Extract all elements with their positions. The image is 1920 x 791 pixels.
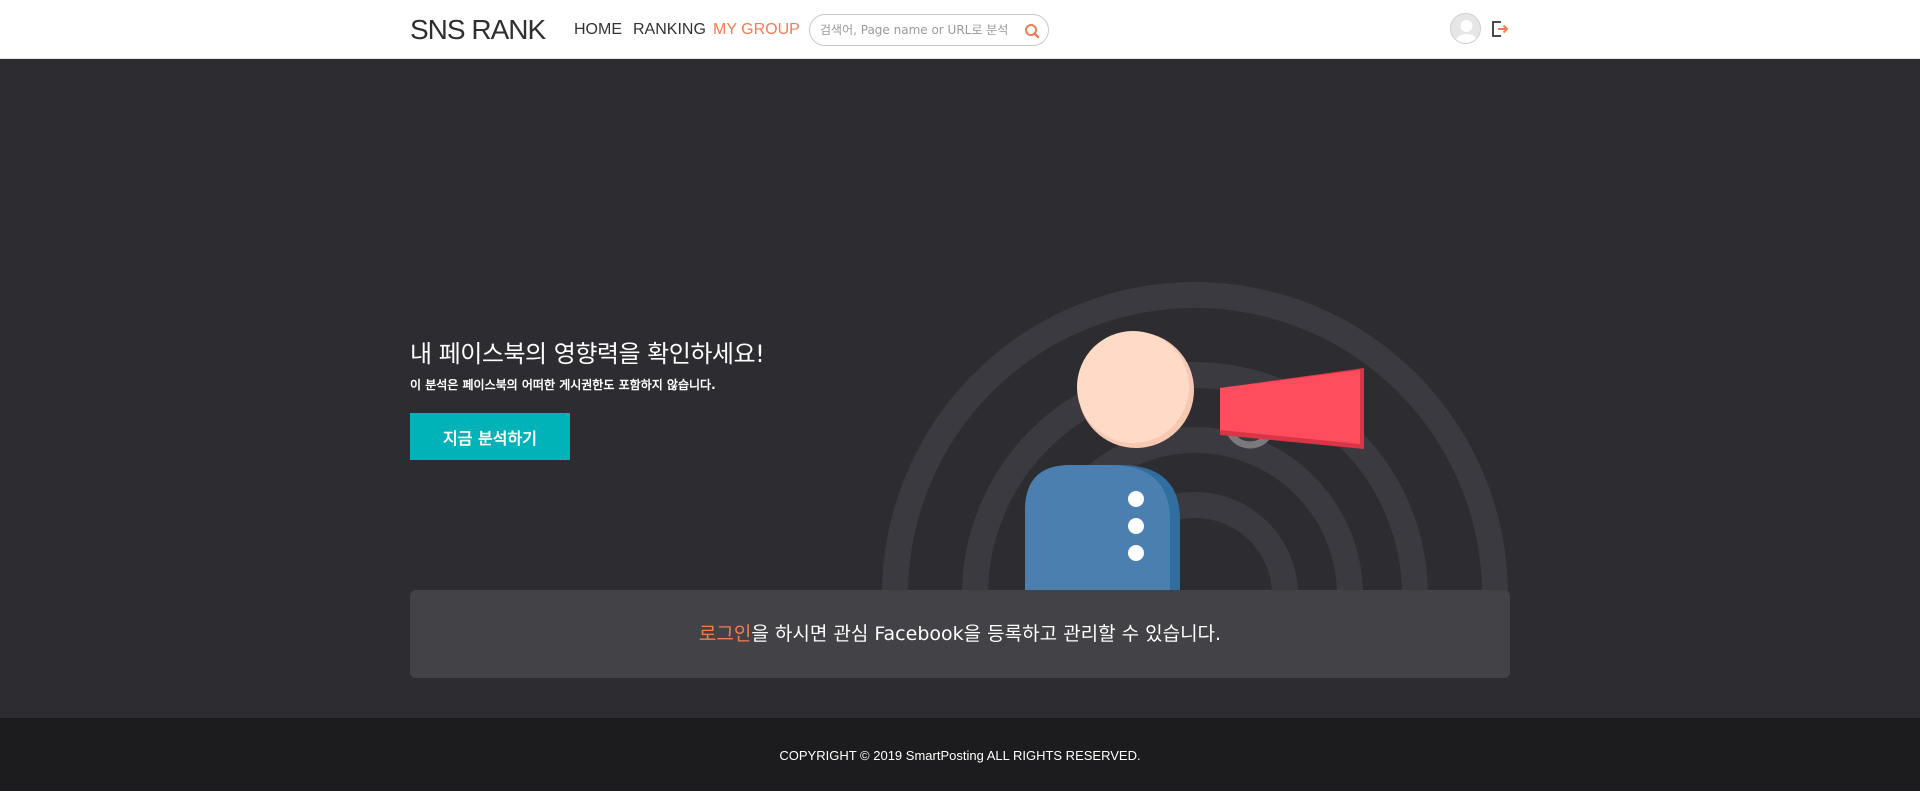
top-header: SNS RANK HOME RANKING MY GROUP bbox=[0, 0, 1920, 59]
login-notice: 로그인을 하시면 관심 Facebook을 등록하고 관리할 수 있습니다. bbox=[410, 590, 1510, 678]
nav-home[interactable]: HOME bbox=[574, 21, 622, 39]
site-logo[interactable]: SNS RANK bbox=[410, 14, 546, 46]
search-icon[interactable] bbox=[1022, 21, 1042, 41]
person-megaphone-illustration bbox=[882, 282, 1508, 595]
hero-subtitle: 이 분석은 페이스북의 어떠한 게시권한도 포함하지 않습니다. bbox=[410, 378, 716, 392]
nav-ranking[interactable]: RANKING bbox=[633, 21, 706, 39]
copyright-text: COPYRIGHT © 2019 SmartPosting ALL RIGHTS… bbox=[779, 748, 1141, 763]
nav-my-group[interactable]: MY GROUP bbox=[713, 21, 800, 39]
page-footer: COPYRIGHT © 2019 SmartPosting ALL RIGHTS… bbox=[0, 718, 1920, 791]
search-input[interactable] bbox=[820, 21, 1020, 39]
login-link[interactable]: 로그인 bbox=[699, 623, 751, 645]
analyze-now-button[interactable]: 지금 분석하기 bbox=[410, 413, 570, 460]
hero-title: 내 페이스북의 영향력을 확인하세요! bbox=[410, 340, 765, 368]
logout-icon[interactable] bbox=[1490, 19, 1510, 39]
user-avatar-icon[interactable] bbox=[1450, 13, 1481, 44]
search-box bbox=[809, 14, 1049, 46]
login-notice-text: 을 하시면 관심 Facebook을 등록하고 관리할 수 있습니다. bbox=[751, 623, 1222, 645]
